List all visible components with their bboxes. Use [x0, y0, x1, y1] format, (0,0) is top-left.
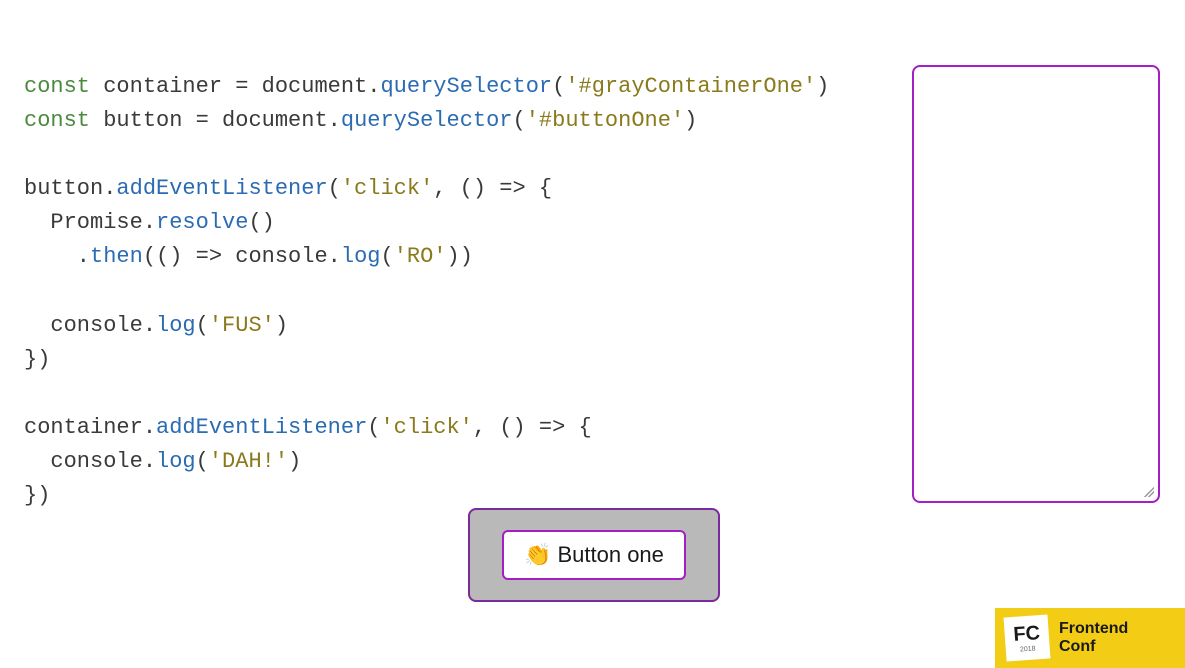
fc-text: FC	[1013, 623, 1041, 645]
code-block: const container = document.querySelector…	[24, 70, 829, 513]
fc-badge: FC 2018	[1004, 615, 1051, 662]
button-one[interactable]: 👏 Button one	[502, 530, 686, 580]
output-textarea[interactable]	[912, 65, 1160, 503]
fc-year: 2018	[1020, 645, 1036, 653]
conf-text: Frontend Conf	[1059, 620, 1128, 655]
button-one-label: Button one	[557, 542, 663, 568]
frontend-conf-logo: FC 2018 Frontend Conf	[995, 608, 1185, 668]
gray-container-one[interactable]: 👏 Button one	[468, 508, 720, 602]
clap-icon: 👏	[524, 542, 551, 568]
